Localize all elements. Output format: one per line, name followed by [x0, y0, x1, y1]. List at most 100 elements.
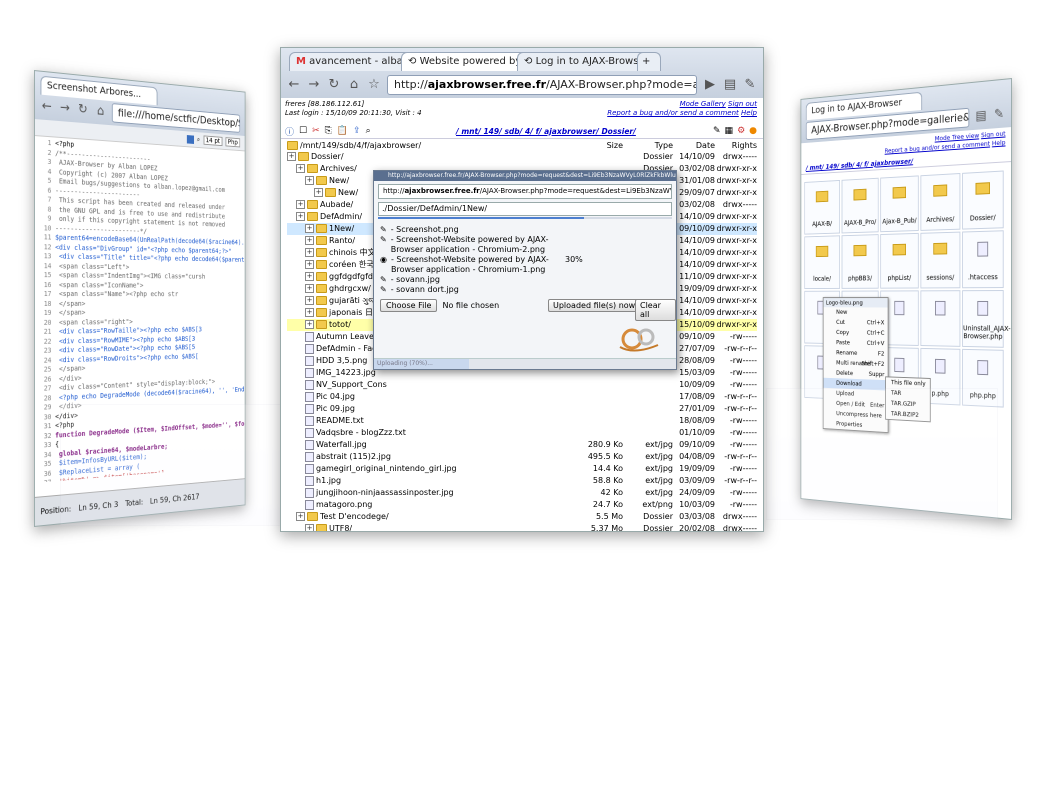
font-size-select[interactable]: 14 pt [203, 135, 223, 147]
gallery-thumb[interactable]: .htaccess [962, 230, 1004, 289]
rights-column-header[interactable]: Rights [715, 140, 757, 152]
file-row[interactable]: gamegirl_original_nintendo_girl.jpg 14.4 … [287, 463, 757, 475]
home-icon[interactable]: ⌂ [347, 78, 361, 92]
file-row[interactable]: abstrait (115)2.jpg 495.5 Ko ext/jpg 04/08/… [287, 451, 757, 463]
back-icon[interactable]: ← [287, 78, 301, 92]
upload-file-item[interactable]: ✎ - Screenshot-Website powered by AJAX-Br… [380, 235, 670, 255]
copy-icon[interactable]: ⎘ [325, 126, 332, 136]
search-icon[interactable]: ⌕ [366, 126, 371, 136]
date-column-header[interactable]: Date [673, 140, 715, 152]
file-row[interactable]: h1.jpg 58.8 Ko ext/jpg 03/09/09 -rw-r--r-- [287, 475, 757, 487]
list-view-icon[interactable]: ▦ [725, 126, 734, 136]
expand-toggle-icon[interactable]: + [305, 308, 314, 317]
expand-toggle-icon[interactable]: + [296, 164, 305, 173]
gallery-thumb[interactable]: Ajax-B_Pub/ [880, 175, 919, 233]
star-icon[interactable]: ☆ [367, 78, 381, 92]
gallery-thumb[interactable]: AJAX-B_Pro/ [841, 177, 879, 234]
expand-toggle-icon[interactable]: + [296, 212, 305, 221]
upload-dialog-address[interactable]: http://ajaxbrowser.free.fr/AJAX-Browser.… [378, 184, 672, 199]
gallery-thumb[interactable] [920, 290, 961, 347]
gallery-thumb[interactable]: locale/ [804, 235, 841, 290]
upload-file-item[interactable]: ✎ - sovann.jpg [380, 275, 670, 285]
syntax-select[interactable]: Php [225, 137, 241, 148]
file-row[interactable]: Vadqsbre - blogZzz.txt 01/10/09 -rw----- [287, 427, 757, 439]
code-editor[interactable]: 1 <?php 2/**----------------------- 3 AJAX-… [34, 136, 245, 483]
file-row[interactable]: Pic 04.jpg 17/08/09 -rw-r--r-- [287, 391, 757, 403]
gallery-thumb[interactable]: phpBB3/ [841, 234, 879, 289]
upload-file-item[interactable]: ◉ - Screenshot-Website powered by AJAX-Br… [380, 255, 670, 275]
wrench-icon[interactable]: ✎ [993, 107, 1006, 123]
file-row[interactable]: jungjihoon-ninjaassassinposter.jpg 42 Ko e… [287, 487, 757, 499]
play-icon[interactable]: ▶ [703, 78, 717, 92]
size-column-header[interactable]: Size [567, 140, 623, 152]
save-icon[interactable] [186, 134, 194, 144]
search-icon[interactable]: ⌕ [197, 135, 200, 144]
paste-icon[interactable]: 📋 [337, 126, 348, 136]
reload-icon[interactable]: ↻ [77, 102, 89, 118]
tab-login[interactable]: ⟲ Log in to AJAX-Browser [517, 52, 647, 71]
expand-toggle-icon[interactable]: + [305, 260, 314, 269]
expand-toggle-icon[interactable]: + [305, 236, 314, 245]
gallery-thumb[interactable]: Dossier/ [962, 170, 1004, 230]
upload-file-item[interactable]: ✎ - Screenshot.png [380, 225, 670, 235]
page-menu-icon[interactable]: ▤ [723, 78, 737, 92]
expand-toggle-icon[interactable]: + [305, 248, 314, 257]
right-help-link[interactable]: Help [992, 138, 1006, 147]
upload-dialog-titlebar[interactable]: http://ajaxbrowser.free.fr/AJAX-Browser.… [374, 171, 676, 181]
mode-gallery-link[interactable]: Mode Gallery [680, 100, 726, 108]
gallery-thumb[interactable]: Archives/ [920, 172, 961, 231]
upload-file-item[interactable]: ✎ - sovann dort.jpg [380, 285, 670, 295]
home-icon[interactable]: ⌂ [94, 104, 106, 119]
close-session-icon[interactable]: ● [749, 126, 757, 136]
file-row[interactable]: Pic 09.jpg 27/01/09 -rw-r--r-- [287, 403, 757, 415]
gallery-thumb[interactable]: php.php [962, 348, 1004, 408]
reload-icon[interactable]: ↻ [327, 78, 341, 92]
forward-icon[interactable]: → [307, 78, 321, 92]
back-icon[interactable]: ← [40, 99, 53, 115]
tab-website-powered[interactable]: ⟲ Website powered by ... [401, 52, 527, 71]
choose-file-button[interactable]: Choose File [380, 299, 438, 312]
expand-toggle-icon[interactable]: + [305, 296, 314, 305]
file-row[interactable]: Waterfall.jpg 280.9 Ko ext/jpg 09/10/09 -rw-… [287, 439, 757, 451]
cut-icon[interactable]: ✂ [312, 126, 320, 136]
expand-toggle-icon[interactable]: + [296, 512, 305, 521]
file-row[interactable]: NV_Support_Cons 10/09/09 -rw----- [287, 379, 757, 391]
report-bug-link[interactable]: Report a bug and/or send a comment [607, 109, 739, 117]
clear-all-button[interactable]: Clear all [635, 299, 676, 321]
upload-now-button[interactable]: Uploaded file(s) now ! [548, 299, 646, 312]
help-link[interactable]: Help [741, 109, 757, 117]
edit-icon[interactable]: ✎ [713, 126, 721, 136]
new-icon[interactable]: ☐ [299, 126, 307, 136]
file-row[interactable]: matagoro.png 24.7 Ko ext/png 10/03/09 -rw---… [287, 499, 757, 511]
folder-row[interactable]: + Test D'encodege/5.5 Mo Dossier 03/03/08 dr… [287, 511, 757, 523]
center-address-bar[interactable]: http://ajaxbrowser.free.fr/AJAX-Browser.… [387, 75, 697, 95]
expand-toggle-icon[interactable]: + [314, 188, 323, 197]
submenu-item[interactable]: TAR.BZIP2 [886, 408, 930, 421]
breadcrumb[interactable]: / mnt/ 149/ sdb/ 4/ f/ ajaxbrowser/ Doss… [456, 127, 636, 136]
page-menu-icon[interactable]: ▤ [975, 108, 988, 124]
expand-toggle-icon[interactable]: + [305, 320, 314, 329]
settings-icon[interactable]: ⚙ [737, 126, 745, 136]
expand-toggle-icon[interactable]: + [305, 284, 314, 293]
expand-toggle-icon[interactable]: + [305, 272, 314, 281]
expand-toggle-icon[interactable]: + [305, 176, 314, 185]
expand-toggle-icon[interactable]: + [305, 224, 314, 233]
folder-row[interactable]: + Dossier/Dossier 14/10/09 drwx----- [287, 151, 757, 163]
folder-row[interactable]: + UTF8/5.37 Mo Dossier 20/02/08 drwx----- [287, 523, 757, 531]
sign-out-link[interactable]: Sign out [728, 100, 757, 108]
type-column-header[interactable]: Type [623, 140, 673, 152]
expand-toggle-icon[interactable]: + [287, 152, 296, 161]
context-menu-item[interactable]: New [824, 307, 888, 318]
tab-avancement[interactable]: M avancement - alban l... [289, 52, 411, 71]
gallery-thumb[interactable]: Uninstall_AJAX-Browser.php [962, 290, 1011, 348]
root-path[interactable]: /mnt/149/sdb/4/f/ajaxbrowser/ [287, 140, 567, 152]
upload-icon[interactable]: ⇪ [353, 126, 361, 136]
expand-toggle-icon[interactable]: + [305, 524, 314, 531]
gallery-thumb[interactable]: phpList/ [880, 232, 919, 289]
expand-toggle-icon[interactable]: + [296, 200, 305, 209]
gallery-thumb[interactable]: AJAX-B/ [804, 179, 841, 235]
gallery-thumb[interactable]: sessions/ [920, 231, 961, 289]
new-tab-button[interactable]: + [637, 52, 661, 71]
forward-icon[interactable]: → [59, 100, 72, 116]
info-icon[interactable]: ⓘ [285, 125, 294, 138]
